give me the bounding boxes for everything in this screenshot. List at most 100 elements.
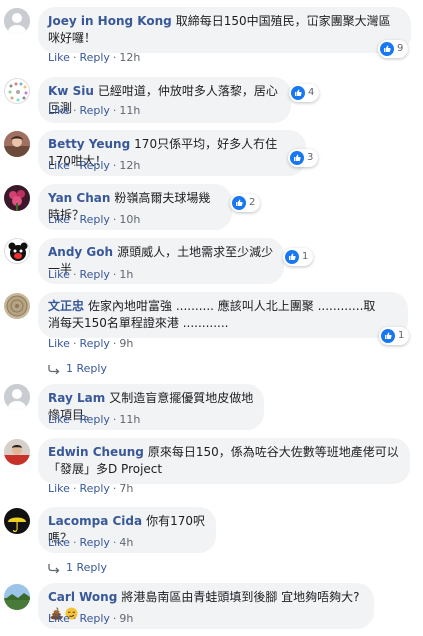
comment-time[interactable]: 11h (119, 413, 140, 426)
separator: · (112, 482, 117, 495)
reaction-count[interactable]: 9 (378, 40, 409, 58)
comment-time[interactable]: 9h (119, 612, 133, 625)
reply-link[interactable]: Reply (79, 413, 109, 426)
like-reaction-icon (232, 196, 246, 210)
separator: · (72, 482, 77, 495)
separator: · (72, 612, 77, 625)
separator: · (112, 51, 117, 64)
comment-actions: Like · Reply · 9h (48, 612, 133, 626)
reply-link[interactable]: Reply (79, 51, 109, 64)
comment-bubble: Edwin Cheung 原來每日150，係為咗谷大佐數等班地產佬可以「發展」多D… (38, 438, 410, 484)
comment-time[interactable]: 12h (119, 51, 140, 64)
reaction-number: 2 (249, 197, 256, 208)
separator: · (72, 104, 77, 117)
comment-time[interactable]: 1h (119, 268, 133, 281)
view-replies-link[interactable]: 1 Reply (48, 561, 107, 575)
view-replies-link[interactable]: 1 Reply (48, 362, 107, 376)
comment-time[interactable]: 7h (119, 482, 133, 495)
separator: · (112, 337, 117, 350)
like-reaction-icon (381, 329, 395, 343)
reply-count-label[interactable]: 1 Reply (66, 362, 107, 376)
reply-link[interactable]: Reply (79, 159, 109, 172)
comment-author[interactable]: Joey in Hong Kong (48, 14, 172, 28)
comment-author[interactable]: Ray Lam (48, 391, 105, 405)
comment-author[interactable]: Andy Goh (48, 245, 113, 259)
comment-author[interactable]: Carl Wong (48, 590, 117, 604)
separator: · (72, 213, 77, 226)
avatar[interactable] (4, 439, 30, 465)
avatar[interactable] (4, 238, 30, 264)
separator: · (112, 268, 117, 281)
comment-time[interactable]: 4h (119, 536, 133, 549)
like-link[interactable]: Like (48, 482, 70, 495)
comment-time[interactable]: 11h (119, 104, 140, 117)
reply-link[interactable]: Reply (79, 482, 109, 495)
comment-author[interactable]: 文正忠 (48, 299, 84, 313)
separator: · (112, 104, 117, 117)
like-link[interactable]: Like (48, 268, 70, 281)
comment-time[interactable]: 9h (119, 337, 133, 350)
like-link[interactable]: Like (48, 413, 70, 426)
comment-list: Joey in Hong Kong 取締每日150中国殖民，冚家團聚大灣區咪好囉！… (0, 0, 423, 636)
like-reaction-icon (380, 42, 394, 56)
separator: · (112, 159, 117, 172)
separator: · (72, 413, 77, 426)
reply-arrow-icon (48, 564, 60, 573)
reaction-number: 9 (397, 43, 404, 54)
comment-author[interactable]: Yan Chan (48, 191, 110, 205)
comment-actions: Like · Reply · 12h (48, 159, 140, 173)
reaction-count[interactable]: 4 (289, 84, 320, 102)
comment-author[interactable]: Lacompa Cida (48, 514, 142, 528)
comment-author[interactable]: Kw Siu (48, 84, 94, 98)
comment-author[interactable]: Edwin Cheung (48, 445, 144, 459)
avatar[interactable] (4, 508, 30, 534)
comment-actions: Like · Reply · 1h (48, 268, 133, 282)
avatar[interactable] (4, 131, 30, 157)
reply-link[interactable]: Reply (79, 612, 109, 625)
reply-link[interactable]: Reply (79, 337, 109, 350)
reaction-number: 1 (302, 251, 309, 262)
avatar[interactable] (4, 185, 30, 211)
comment-bubble: 文正忠 佐家內地咁富強 .......... 應該叫人北上團聚 .........… (38, 292, 408, 338)
comment-actions: Like · Reply · 11h (48, 104, 140, 118)
reply-link[interactable]: Reply (79, 104, 109, 117)
avatar[interactable] (4, 384, 30, 410)
separator: · (112, 213, 117, 226)
like-link[interactable]: Like (48, 51, 70, 64)
like-reaction-icon (291, 86, 305, 100)
separator: · (72, 159, 77, 172)
avatar[interactable] (4, 8, 30, 34)
comment-actions: Like · Reply · 9h (48, 337, 133, 351)
avatar[interactable] (4, 78, 30, 104)
separator: · (72, 536, 77, 549)
like-link[interactable]: Like (48, 159, 70, 172)
reply-link[interactable]: Reply (79, 268, 109, 281)
separator: · (112, 612, 117, 625)
separator: · (112, 536, 117, 549)
avatar[interactable] (4, 584, 30, 610)
like-link[interactable]: Like (48, 213, 70, 226)
reaction-count[interactable]: 2 (230, 194, 261, 212)
reply-arrow-icon (48, 365, 60, 374)
comment-actions: Like · Reply · 12h (48, 51, 140, 65)
reaction-number: 1 (398, 330, 405, 341)
reaction-count[interactable]: 1 (283, 248, 314, 266)
like-link[interactable]: Like (48, 612, 70, 625)
comment-actions: Like · Reply · 4h (48, 536, 133, 550)
comment-text: 將港島南區由青蛙頭填到後腳 宜地夠唔夠大? (121, 590, 360, 604)
avatar[interactable] (4, 293, 30, 319)
like-link[interactable]: Like (48, 337, 70, 350)
like-link[interactable]: Like (48, 536, 70, 549)
like-reaction-icon (290, 151, 304, 165)
reply-link[interactable]: Reply (79, 536, 109, 549)
comment-time[interactable]: 12h (119, 159, 140, 172)
comment-time[interactable]: 10h (119, 213, 140, 226)
comment-author[interactable]: Betty Yeung (48, 137, 130, 151)
like-reaction-icon (285, 250, 299, 264)
reaction-count[interactable]: 3 (288, 149, 319, 167)
reply-count-label[interactable]: 1 Reply (66, 561, 107, 575)
like-link[interactable]: Like (48, 104, 70, 117)
reply-link[interactable]: Reply (79, 213, 109, 226)
separator: · (72, 268, 77, 281)
reaction-count[interactable]: 1 (379, 327, 410, 345)
